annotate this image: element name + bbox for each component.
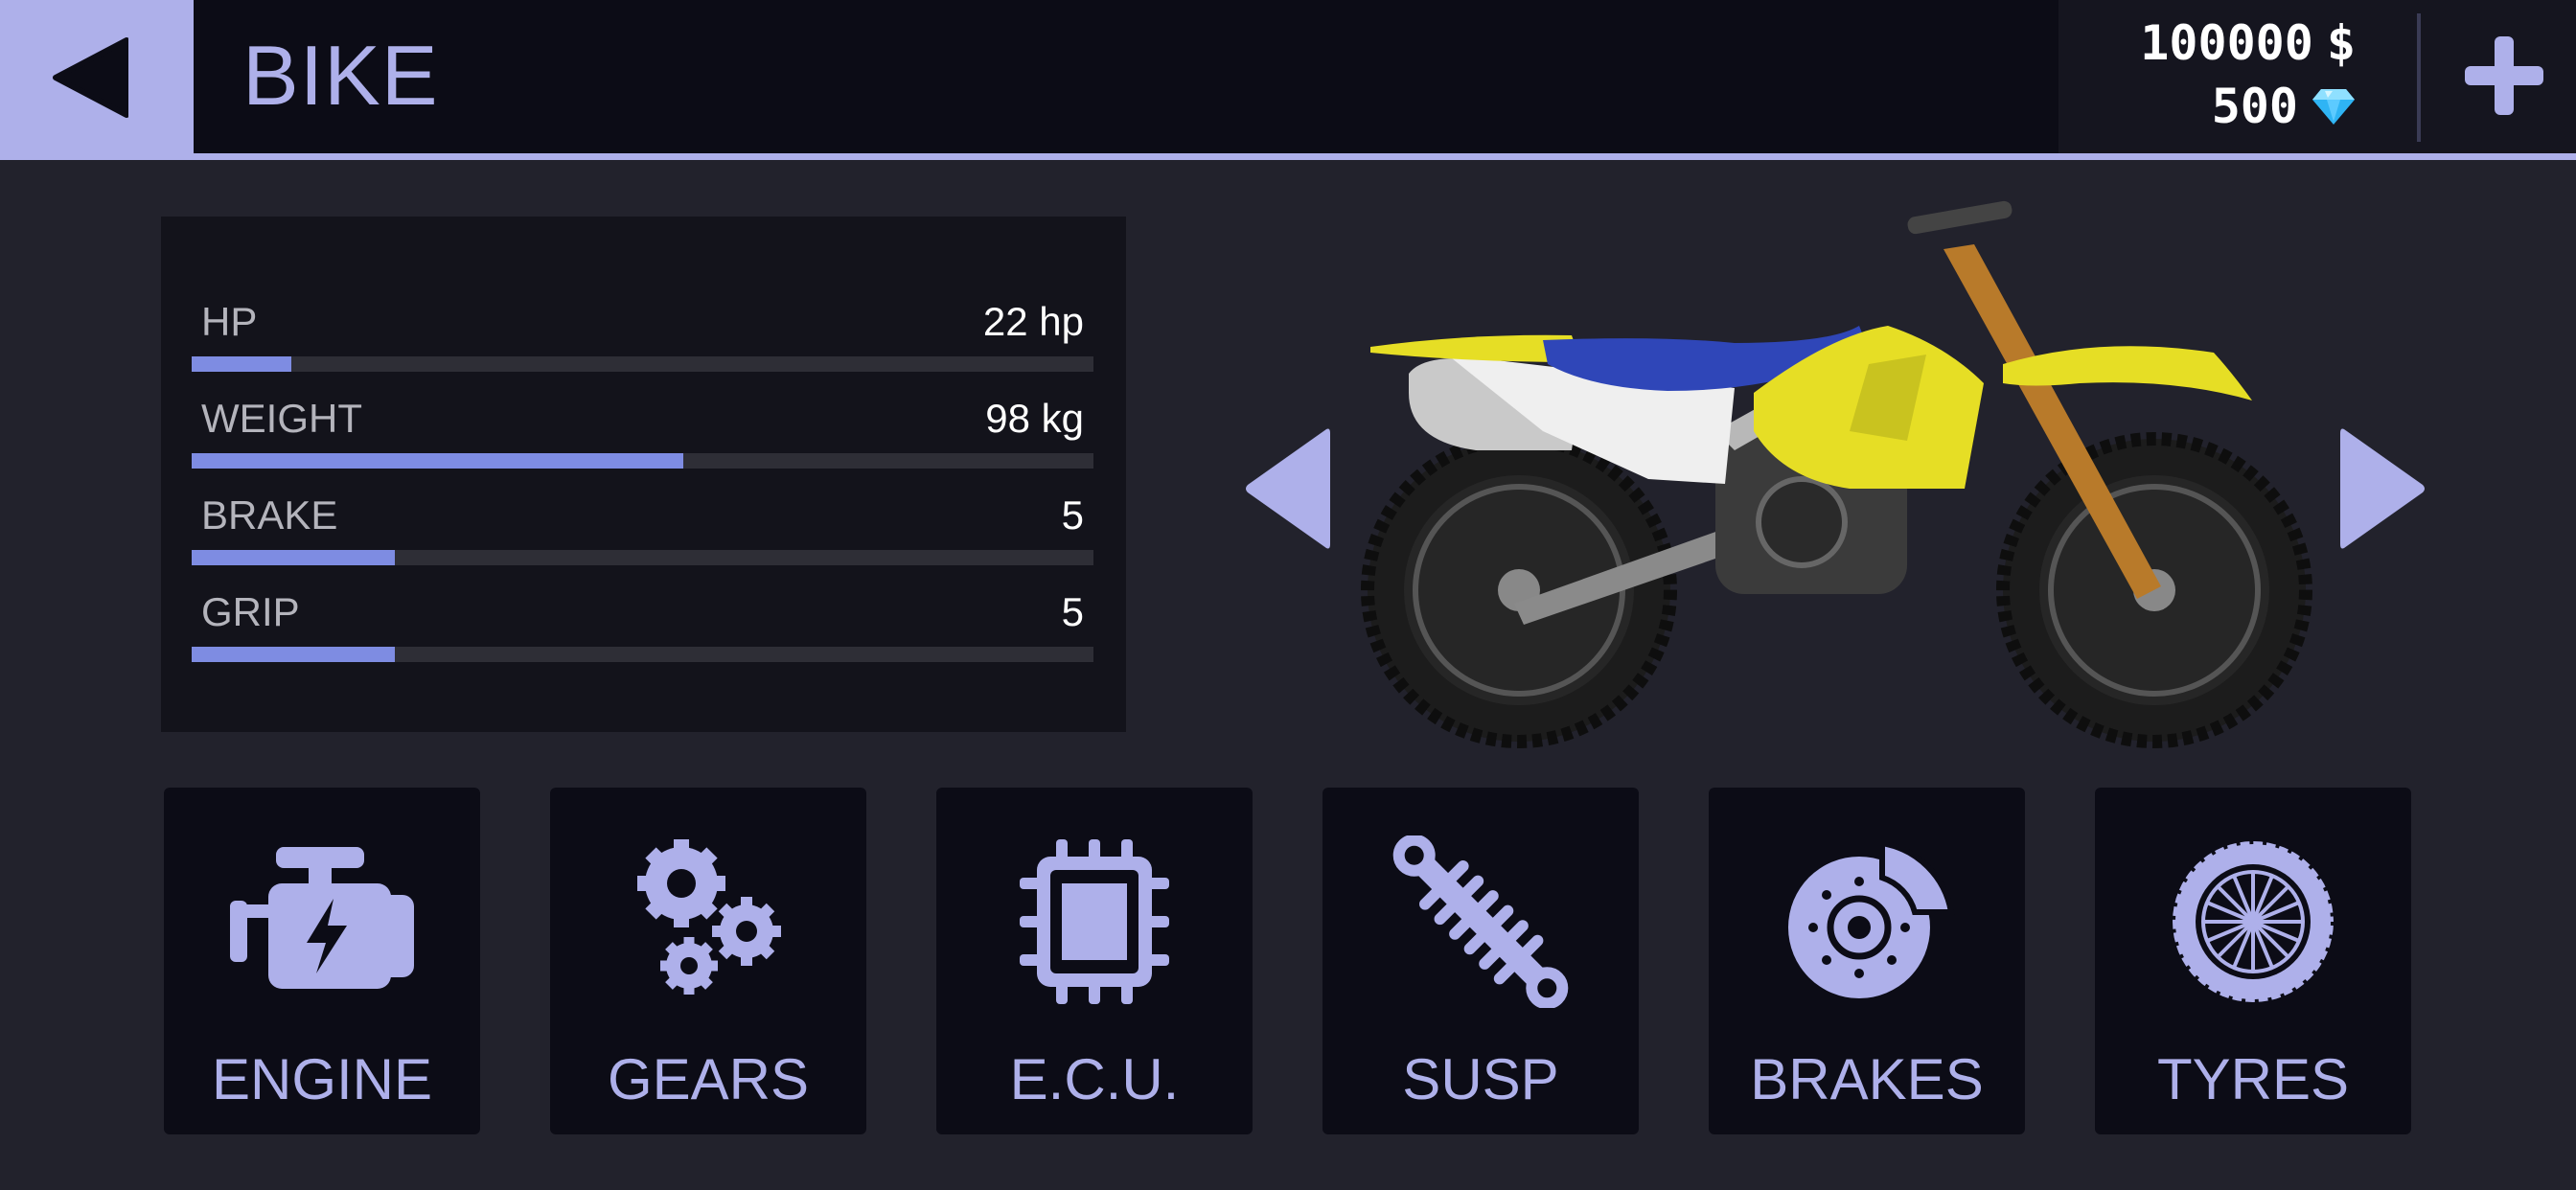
engine-icon: [230, 847, 414, 989]
cash-amount: 100000: [2140, 15, 2313, 71]
stat-brake: BRAKE 5: [192, 492, 1093, 579]
cash-balance: 100000 $: [2140, 15, 2356, 71]
stat-label: BRAKE: [201, 492, 338, 538]
stat-weight: WEIGHT 98 kg: [192, 396, 1093, 482]
bike-preview: [1361, 200, 2312, 748]
upgrade-suspension-button[interactable]: SUSP: [1322, 788, 1639, 1134]
upgrade-label: GEARS: [607, 1047, 810, 1111]
diamond-icon: [2312, 89, 2355, 125]
stat-value: 98 kg: [985, 396, 1084, 441]
upgrade-brakes-button[interactable]: BRAKES: [1709, 788, 2025, 1134]
upgrade-label: TYRES: [2156, 1047, 2350, 1111]
dollar-icon: $: [2326, 15, 2356, 71]
chip-icon: [1020, 839, 1169, 1004]
stat-bar: [192, 647, 1093, 662]
upgrade-label: ENGINE: [211, 1047, 433, 1111]
stat-bar-fill: [192, 453, 683, 469]
upgrade-ecu-button[interactable]: E.C.U.: [936, 788, 1253, 1134]
upgrade-label: SUSP: [1402, 1047, 1559, 1111]
stat-value: 5: [1061, 589, 1084, 634]
gem-amount: 500: [2211, 79, 2298, 134]
suspension-icon: [1392, 835, 1569, 1008]
stat-label: GRIP: [201, 589, 300, 634]
upgrade-label: BRAKES: [1750, 1047, 1984, 1111]
stat-value: 5: [1061, 492, 1084, 538]
upgrade-gears-button[interactable]: GEARS: [550, 788, 866, 1134]
stat-hp: HP 22 hp: [192, 299, 1093, 385]
add-currency-button[interactable]: [2434, 0, 2576, 153]
stat-bar: [192, 356, 1093, 372]
upgrade-engine-button[interactable]: ENGINE: [164, 788, 480, 1134]
stat-label: WEIGHT: [201, 396, 362, 441]
plus-icon: [2465, 36, 2543, 115]
next-bike-button[interactable]: [2338, 423, 2428, 559]
rear-wheel: [1361, 432, 1677, 748]
stat-bar: [192, 453, 1093, 469]
stat-bar-fill: [192, 647, 395, 662]
tyre-icon: [2170, 838, 2336, 1005]
top-bar-accent-line: [0, 153, 2576, 160]
chevron-left-icon: [1246, 428, 1330, 549]
upgrade-tyres-button[interactable]: TYRES: [2095, 788, 2411, 1134]
stat-bar-fill: [192, 550, 395, 565]
stat-grip: GRIP 5: [192, 589, 1093, 675]
page-title: BIKE: [242, 28, 439, 123]
stat-value: 22 hp: [982, 299, 1084, 344]
back-button[interactable]: [0, 0, 194, 155]
gears-icon: [637, 839, 781, 995]
wallet-divider: [2417, 13, 2421, 142]
front-wheel: [1996, 432, 2312, 748]
stat-bar: [192, 550, 1093, 565]
bike-stats-panel: HP 22 hp WEIGHT 98 kg BRAKE 5 GRIP 5: [161, 217, 1126, 732]
chevron-right-icon: [2340, 428, 2425, 549]
back-arrow-icon: [53, 37, 128, 118]
previous-bike-button[interactable]: [1242, 423, 1332, 559]
upgrade-label: E.C.U.: [1009, 1047, 1180, 1111]
gem-balance: 500: [2212, 79, 2356, 134]
stat-bar-fill: [192, 356, 291, 372]
stat-label: HP: [201, 299, 258, 344]
brake-disc-icon: [1788, 839, 1955, 998]
